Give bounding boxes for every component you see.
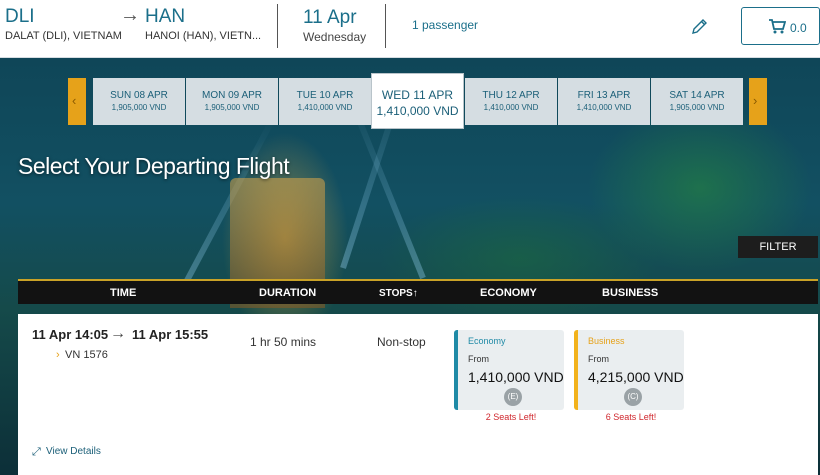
destination-name: HANOI (HAN), VIETN... bbox=[145, 30, 262, 42]
date-label: TUE 10 APR bbox=[296, 90, 354, 101]
flight-stops: Non-stop bbox=[377, 335, 426, 349]
expand-icon: ⤢ bbox=[32, 446, 41, 458]
divider bbox=[385, 4, 386, 48]
fare-price: 4,215,000 VND bbox=[588, 369, 684, 385]
business-seats-left: 6 Seats Left! bbox=[605, 412, 657, 422]
view-details-link[interactable]: View Details bbox=[46, 446, 101, 457]
flight-result-card: 11 Apr 14:05 → 11 Apr 15:55 › VN 1576 1 … bbox=[18, 314, 818, 475]
origin-name: DALAT (DLI), VIETNAM bbox=[5, 30, 122, 42]
chevron-right-icon: › bbox=[753, 93, 758, 108]
flight-duration: 1 hr 50 mins bbox=[250, 335, 317, 349]
date-label: THU 12 APR bbox=[482, 90, 540, 101]
chevron-right-icon: › bbox=[56, 349, 60, 361]
fare-class-badge: (C) bbox=[624, 388, 642, 406]
departure-time: 11 Apr 14:05 bbox=[32, 327, 109, 342]
fare-class-badge: (E) bbox=[504, 388, 522, 406]
date-label: WED 11 APR bbox=[381, 88, 454, 102]
date-price: 1,410,000 VND bbox=[297, 103, 353, 112]
prev-dates-button[interactable]: ‹ bbox=[68, 78, 86, 125]
origin-code: DLI bbox=[5, 6, 35, 27]
fare-from-label: From bbox=[588, 354, 609, 364]
chevron-left-icon: ‹ bbox=[72, 93, 77, 108]
route-arrow-icon: → bbox=[120, 4, 140, 26]
date-label: SUN 08 APR bbox=[110, 90, 168, 101]
date-label: MON 09 APR bbox=[201, 90, 263, 101]
column-time[interactable]: TIME bbox=[110, 287, 136, 299]
arrival-time: 11 Apr 15:55 bbox=[132, 327, 209, 342]
date-price: 1,905,000 VND bbox=[111, 103, 167, 112]
column-business[interactable]: BUSINESS bbox=[602, 287, 658, 299]
date-price: 1,410,000 VND bbox=[576, 103, 632, 112]
date-price: 1,410,000 VND bbox=[483, 103, 539, 112]
column-economy[interactable]: ECONOMY bbox=[480, 287, 537, 299]
date-option-thu-12[interactable]: THU 12 APR 1,410,000 VND bbox=[465, 78, 557, 125]
pencil-icon[interactable] bbox=[690, 16, 710, 36]
date-price: 1,905,000 VND bbox=[669, 103, 725, 112]
filter-button[interactable]: FILTER bbox=[738, 236, 818, 258]
cart-icon bbox=[769, 19, 786, 34]
date-label: SAT 14 APR bbox=[669, 90, 725, 101]
fare-price: 1,410,000 VND bbox=[468, 369, 564, 385]
fare-title: Business bbox=[588, 336, 625, 346]
date-label: FRI 13 APR bbox=[577, 90, 631, 101]
page-title: Select Your Departing Flight bbox=[18, 153, 290, 179]
fare-title: Economy bbox=[468, 336, 506, 346]
travel-weekday: Wednesday bbox=[303, 30, 367, 44]
travel-date: 11 Apr bbox=[303, 7, 357, 28]
arrow-right-icon: → bbox=[110, 325, 126, 342]
fare-from-label: From bbox=[468, 354, 489, 364]
next-dates-button[interactable]: › bbox=[749, 78, 767, 125]
date-option-sun-08[interactable]: SUN 08 APR 1,905,000 VND bbox=[93, 78, 185, 125]
business-fare-button[interactable]: Business From 4,215,000 VND (C) bbox=[574, 330, 684, 410]
economy-fare-button[interactable]: Economy From 1,410,000 VND (E) bbox=[454, 330, 564, 410]
date-option-wed-11-selected[interactable]: WED 11 APR 1,410,000 VND bbox=[371, 73, 464, 129]
date-price: 1,905,000 VND bbox=[204, 103, 260, 112]
column-duration[interactable]: DURATION bbox=[259, 287, 316, 299]
date-option-mon-09[interactable]: MON 09 APR 1,905,000 VND bbox=[186, 78, 278, 125]
economy-seats-left: 2 Seats Left! bbox=[485, 412, 537, 422]
destination-code: HAN bbox=[145, 6, 186, 27]
date-option-fri-13[interactable]: FRI 13 APR 1,410,000 VND bbox=[558, 78, 650, 125]
divider bbox=[277, 4, 278, 48]
date-option-tue-10[interactable]: TUE 10 APR 1,410,000 VND bbox=[279, 78, 371, 125]
cart-button[interactable]: 0.0 bbox=[741, 7, 820, 45]
date-option-sat-14[interactable]: SAT 14 APR 1,905,000 VND bbox=[651, 78, 743, 125]
flight-number: VN 1576 bbox=[65, 349, 108, 361]
cart-total: 0.0 bbox=[790, 21, 807, 35]
passenger-count: 1 passenger bbox=[412, 18, 479, 32]
flight-summary-header: DLI → HAN DALAT (DLI), VIETNAM HANOI (HA… bbox=[0, 0, 820, 58]
results-column-header: TIME DURATION STOPS↑ ECONOMY BUSINESS bbox=[18, 279, 818, 304]
column-stops-sorted[interactable]: STOPS↑ bbox=[379, 288, 418, 299]
date-price: 1,410,000 VND bbox=[376, 104, 459, 118]
